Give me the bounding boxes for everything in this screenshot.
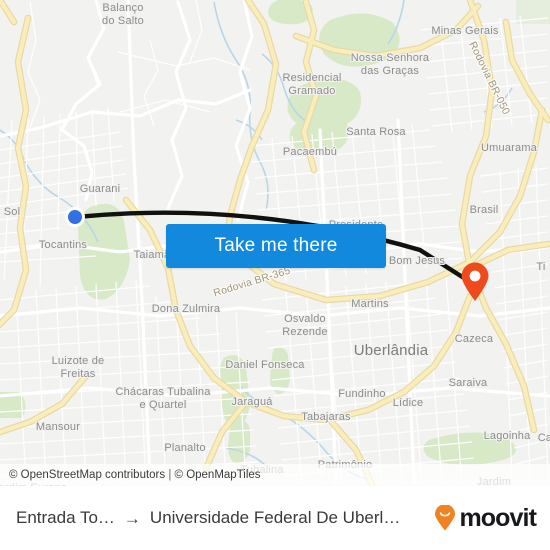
arrow-right-icon: → bbox=[123, 508, 141, 528]
attribution-osm[interactable]: © OpenStreetMap contributors bbox=[9, 469, 165, 481]
trip-origin-label[interactable]: Entrada To… bbox=[16, 508, 115, 528]
map-canvas[interactable]: Balanço do Salto Minas Gerais Nossa Senhor… bbox=[0, 0, 550, 486]
moovit-map-screen: Balanço do Salto Minas Gerais Nossa Senhor… bbox=[0, 0, 550, 550]
take-me-there-button[interactable]: Take me there bbox=[166, 224, 386, 268]
attribution-separator: | bbox=[165, 469, 175, 481]
trip-summary: Entrada To… → Universidade Federal De Ub… bbox=[16, 508, 434, 528]
moovit-wordmark: moovit bbox=[459, 503, 536, 532]
origin-dot[interactable] bbox=[65, 207, 85, 227]
footer-bar: Entrada To… → Universidade Federal De Ub… bbox=[0, 486, 550, 550]
attribution-openmaptiles[interactable]: © OpenMapTiles bbox=[175, 469, 261, 481]
moovit-logo[interactable]: moovit bbox=[434, 503, 537, 533]
trip-destination-label[interactable]: Universidade Federal De Uberlândia -… bbox=[150, 508, 402, 528]
moovit-pin-icon bbox=[435, 505, 456, 531]
destination-pin[interactable] bbox=[460, 262, 490, 302]
map-attribution: © OpenStreetMap contributors | © OpenMap… bbox=[0, 464, 550, 486]
take-me-there-label: Take me there bbox=[214, 235, 338, 256]
